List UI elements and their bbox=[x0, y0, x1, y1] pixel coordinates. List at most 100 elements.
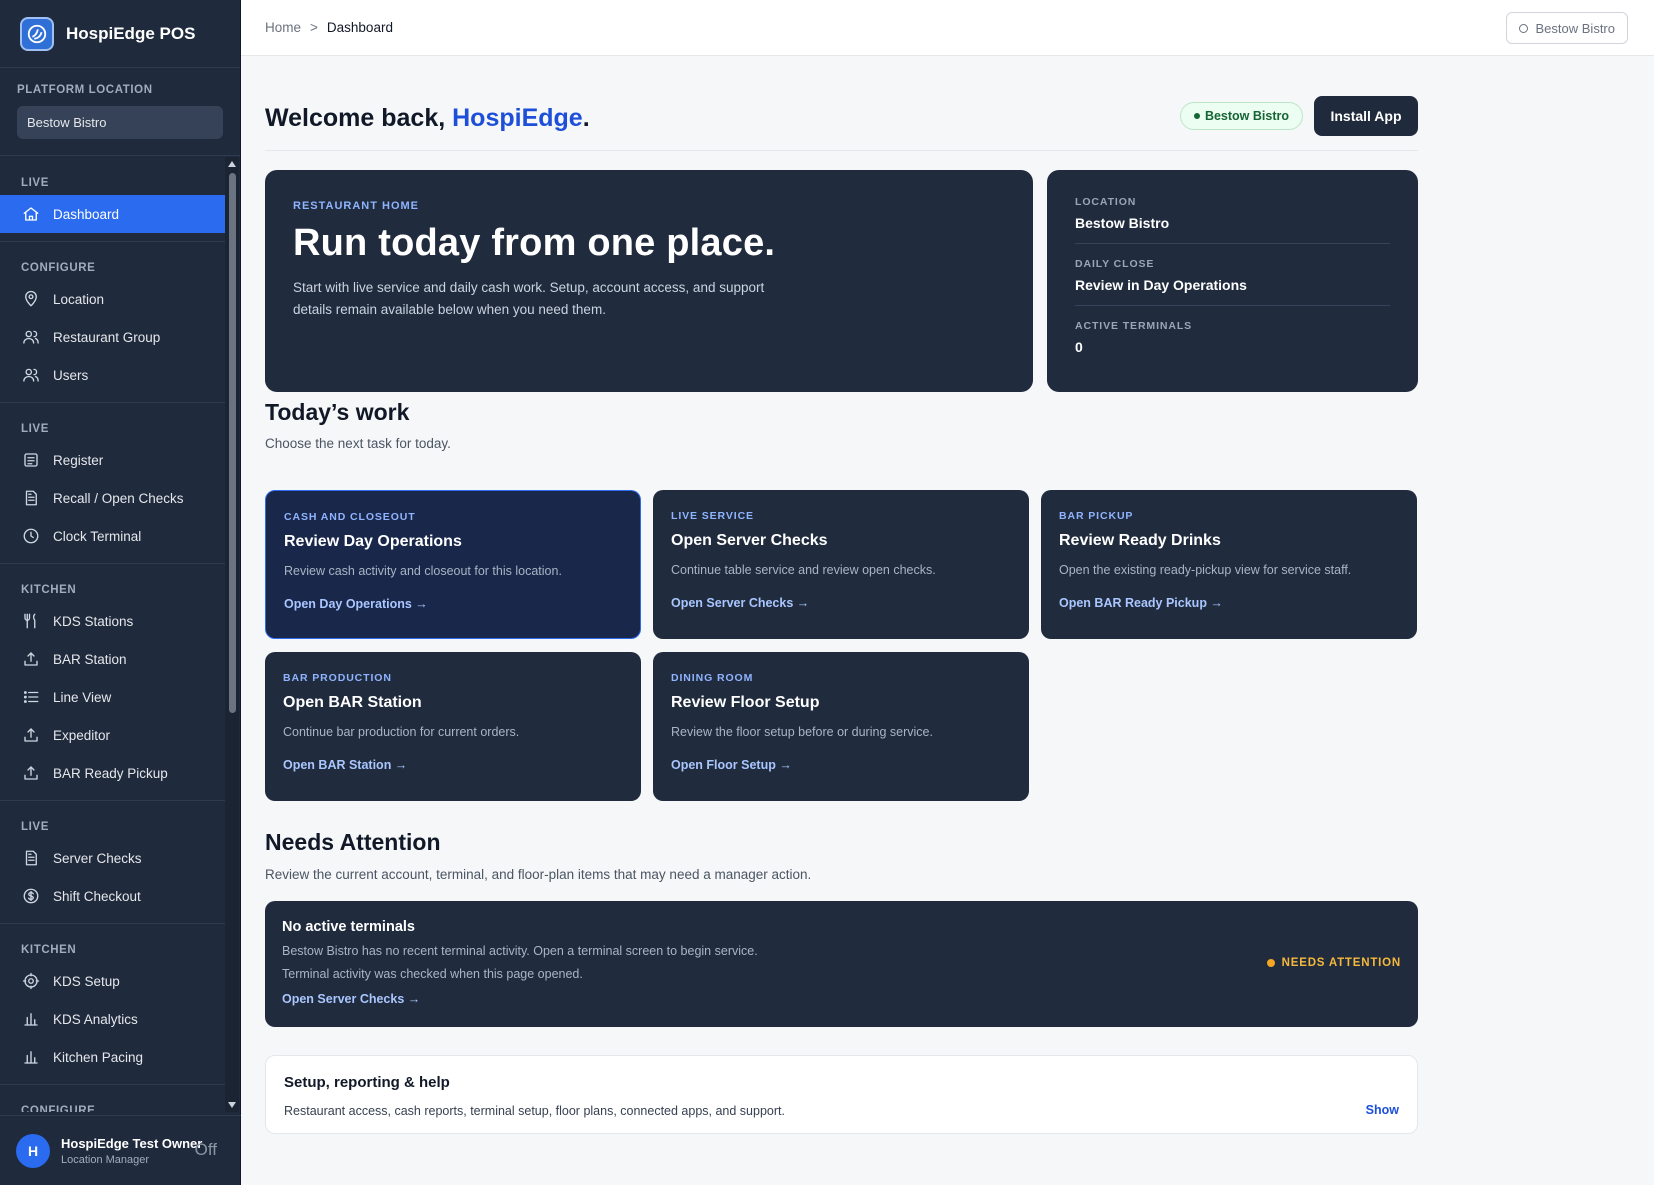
platform-location-select[interactable]: Bestow Bistro bbox=[17, 106, 223, 139]
sidebar-item-register[interactable]: Register bbox=[0, 441, 225, 479]
sidebar-item-label: Shift Checkout bbox=[53, 888, 141, 904]
task-eyebrow: BAR PRODUCTION bbox=[283, 672, 392, 684]
task-link[interactable]: Open Day Operations → bbox=[284, 597, 428, 611]
attention-line: Bestow Bistro has no recent terminal act… bbox=[282, 944, 758, 958]
task-description: Continue bar production for current orde… bbox=[283, 725, 520, 739]
task-card-bar-station[interactable]: BAR PRODUCTION Open BAR Station Continue… bbox=[265, 652, 641, 801]
task-title: Open BAR Station bbox=[283, 694, 422, 711]
sidebar-item-kds-stations[interactable]: KDS Stations bbox=[0, 602, 225, 640]
fact-location: LOCATION Bestow Bistro bbox=[1075, 196, 1390, 244]
warning-dot-icon bbox=[1266, 959, 1275, 967]
breadcrumb: Home > Dashboard bbox=[265, 20, 393, 35]
upload-tray-icon bbox=[22, 764, 40, 782]
task-eyebrow: DINING ROOM bbox=[671, 672, 754, 684]
sidebar-item-label: Clock Terminal bbox=[53, 528, 142, 544]
needs-attention-subtitle: Review the current account, terminal, an… bbox=[265, 867, 812, 882]
location-status-badge: Bestow Bistro bbox=[1179, 102, 1303, 130]
sidebar-item-kds-setup[interactable]: KDS Setup bbox=[0, 962, 225, 1000]
sidebar-item-location[interactable]: Location bbox=[0, 280, 225, 318]
utensils-icon bbox=[22, 612, 40, 630]
task-link[interactable]: Open Server Checks → bbox=[671, 596, 809, 610]
sidebar-item-expeditor[interactable]: Expeditor bbox=[0, 716, 225, 754]
sidebar-item-bar-station[interactable]: BAR Station bbox=[0, 640, 225, 678]
gear-icon bbox=[22, 972, 40, 990]
document-icon bbox=[22, 489, 40, 507]
location-status-label: Bestow Bistro bbox=[1204, 109, 1289, 123]
divider bbox=[265, 150, 1418, 151]
clock-icon bbox=[22, 527, 40, 545]
bar-chart-icon bbox=[22, 1010, 40, 1028]
brand[interactable]: HospiEdge POS bbox=[0, 0, 240, 68]
task-description: Review cash activity and closeout for th… bbox=[284, 564, 562, 578]
task-link[interactable]: Open BAR Ready Pickup → bbox=[1059, 596, 1223, 610]
scroll-up-arrow-icon[interactable] bbox=[228, 161, 236, 167]
fact-daily-close: DAILY CLOSE Review in Day Operations bbox=[1075, 258, 1390, 306]
welcome-suffix: . bbox=[582, 104, 590, 132]
sidebar-item-label: KDS Setup bbox=[53, 973, 120, 989]
avatar[interactable]: H bbox=[16, 1133, 50, 1168]
app-logo-icon bbox=[20, 16, 54, 51]
hero-title: Run today from one place. bbox=[293, 222, 776, 264]
breadcrumb-home[interactable]: Home bbox=[265, 20, 301, 35]
sidebar-item-bar-ready-pickup[interactable]: BAR Ready Pickup bbox=[0, 754, 225, 792]
sidebar-item-label: Server Checks bbox=[53, 850, 142, 866]
help-title: Setup, reporting & help bbox=[284, 1074, 450, 1091]
attention-line: Terminal activity was checked when this … bbox=[282, 967, 583, 981]
home-icon bbox=[22, 205, 40, 223]
task-title: Review Day Operations bbox=[284, 533, 462, 550]
sidebar-item-label: Recall / Open Checks bbox=[53, 490, 184, 506]
user-footer[interactable]: H HospiEdge Test Owner Location Manager … bbox=[0, 1115, 241, 1185]
fact-label: LOCATION bbox=[1075, 196, 1137, 208]
user-status-toggle[interactable]: Off bbox=[195, 1140, 217, 1160]
install-app-button[interactable]: Install App bbox=[1314, 96, 1418, 136]
sidebar-item-dashboard[interactable]: Dashboard bbox=[0, 195, 225, 233]
task-card-day-operations[interactable]: CASH AND CLOSEOUT Review Day Operations … bbox=[265, 490, 641, 639]
sidebar-item-label: Users bbox=[53, 367, 89, 383]
sidebar-scrollbar[interactable] bbox=[225, 157, 239, 1112]
nav-section: LIVE Dashboard bbox=[0, 157, 225, 242]
sidebar-item-recall-open-checks[interactable]: Recall / Open Checks bbox=[0, 479, 225, 517]
sidebar-item-users[interactable]: Users bbox=[0, 356, 225, 394]
nav-section: CONFIGURE Location Restaurant Group Users bbox=[0, 242, 225, 403]
welcome-row: Welcome back, HospiEdge. Bestow Bistro I… bbox=[265, 96, 1418, 140]
nav-section: LIVE Server Checks Shift Checkout bbox=[0, 801, 225, 924]
sidebar-item-label: Expeditor bbox=[53, 727, 111, 743]
scroll-thumb[interactable] bbox=[229, 173, 236, 713]
nav-section-heading: LIVE bbox=[21, 423, 49, 435]
sidebar-item-restaurant-group[interactable]: Restaurant Group bbox=[0, 318, 225, 356]
nav-section-heading: CONFIGURE bbox=[21, 1105, 96, 1112]
sidebar-item-label: Line View bbox=[53, 689, 112, 705]
breadcrumb-current: Dashboard bbox=[326, 20, 393, 35]
sidebar-item-server-checks[interactable]: Server Checks bbox=[0, 839, 225, 877]
sidebar-item-clock-terminal[interactable]: Clock Terminal bbox=[0, 517, 225, 555]
nav-section-heading: CONFIGURE bbox=[21, 262, 96, 274]
fact-value: 0 bbox=[1075, 339, 1083, 355]
location-switcher[interactable]: Bestow Bistro bbox=[1505, 12, 1628, 44]
sidebar-nav: LIVE Dashboard CONFIGURE Location Restaurant… bbox=[0, 157, 225, 1112]
task-card-server-checks[interactable]: LIVE SERVICE Open Server Checks Continue… bbox=[653, 490, 1029, 639]
fact-value[interactable]: Review in Day Operations bbox=[1075, 277, 1390, 293]
task-card-ready-drinks[interactable]: BAR PICKUP Review Ready Drinks Open the … bbox=[1041, 490, 1417, 639]
welcome-prefix: Welcome back, bbox=[265, 104, 453, 132]
help-show-button[interactable]: Show bbox=[1366, 1103, 1399, 1117]
sidebar-item-label: Register bbox=[53, 452, 104, 468]
attention-link[interactable]: Open Server Checks → bbox=[282, 992, 420, 1006]
app-title: HospiEdge POS bbox=[66, 23, 196, 43]
task-card-floor-setup[interactable]: DINING ROOM Review Floor Setup Review th… bbox=[653, 652, 1029, 801]
task-title: Review Ready Drinks bbox=[1059, 532, 1221, 549]
task-description: Open the existing ready-pickup view for … bbox=[1059, 563, 1352, 577]
task-link[interactable]: Open BAR Station → bbox=[283, 758, 407, 772]
sidebar-item-shift-checkout[interactable]: Shift Checkout bbox=[0, 877, 225, 915]
sidebar-item-label: BAR Ready Pickup bbox=[53, 765, 168, 781]
needs-attention-badge: NEEDS ATTENTION bbox=[1266, 957, 1401, 969]
status-dot-icon bbox=[1193, 113, 1200, 119]
nav-section: LIVE Register Recall / Open Checks Clock Te… bbox=[0, 403, 225, 564]
sidebar-item-kitchen-pacing[interactable]: Kitchen Pacing bbox=[0, 1038, 225, 1076]
fact-label: DAILY CLOSE bbox=[1075, 258, 1155, 270]
task-description: Continue table service and review open c… bbox=[671, 563, 936, 577]
scroll-down-arrow-icon[interactable] bbox=[228, 1102, 236, 1108]
sidebar-item-kds-analytics[interactable]: KDS Analytics bbox=[0, 1000, 225, 1038]
task-link[interactable]: Open Floor Setup → bbox=[671, 758, 792, 772]
sidebar-item-line-view[interactable]: Line View bbox=[0, 678, 225, 716]
task-eyebrow: BAR PICKUP bbox=[1059, 510, 1134, 522]
